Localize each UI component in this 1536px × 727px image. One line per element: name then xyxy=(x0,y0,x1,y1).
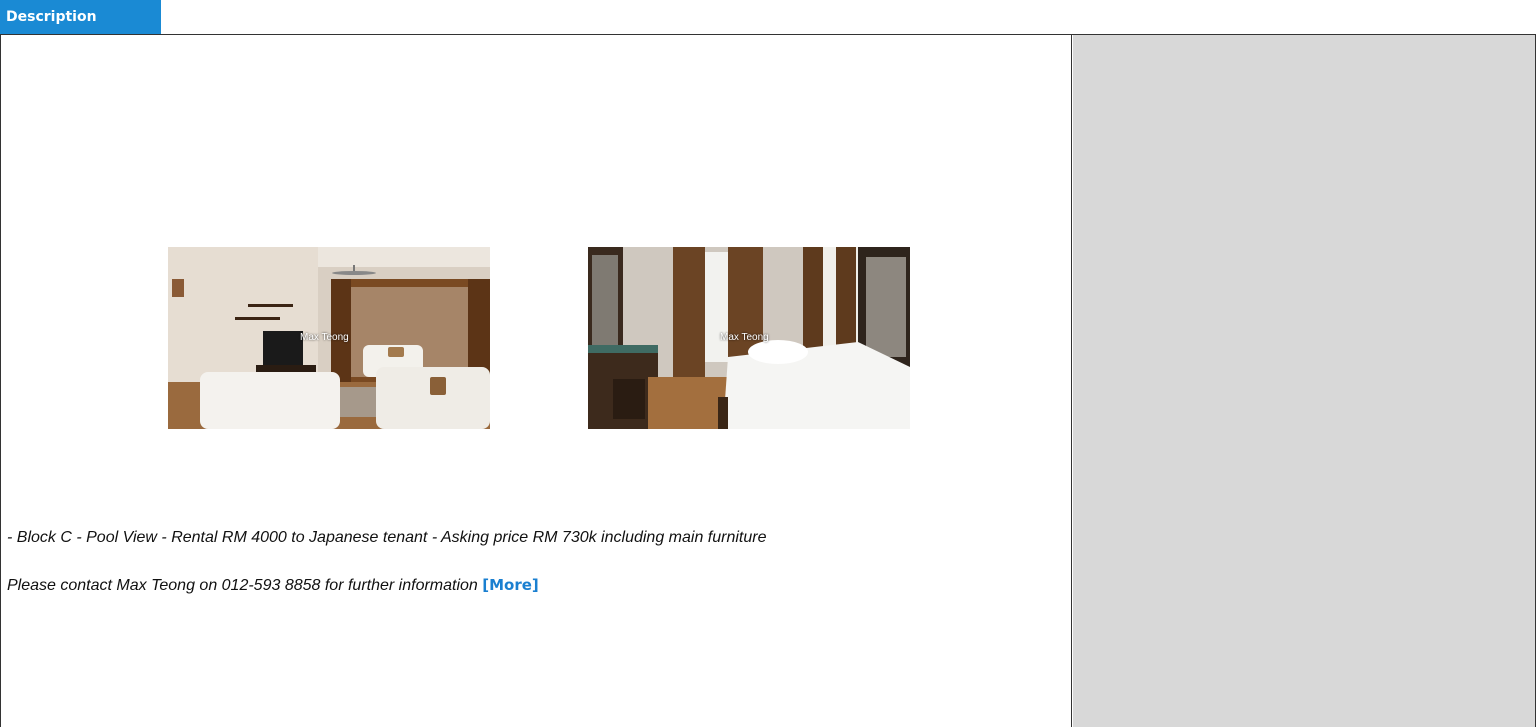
sidebar-panel xyxy=(1073,35,1535,727)
description-contact: Please contact Max Teong on 012-593 8858… xyxy=(7,576,539,595)
contact-text: Please contact Max Teong on 012-593 8858… xyxy=(7,577,478,594)
content-frame: Max Teong Max Teong - Block C - Pool Vie… xyxy=(0,34,1536,727)
living-room-photo[interactable]: Max Teong xyxy=(168,247,490,429)
bedroom-photo[interactable]: Max Teong xyxy=(588,247,910,429)
photo-watermark: Max Teong xyxy=(300,332,349,343)
description-details: - Block C - Pool View - Rental RM 4000 t… xyxy=(7,529,767,546)
photo-watermark: Max Teong xyxy=(720,332,769,343)
more-link[interactable]: [More] xyxy=(482,576,539,594)
description-panel: Max Teong Max Teong - Block C - Pool Vie… xyxy=(1,35,1072,727)
description-tab-label: Description xyxy=(6,9,97,25)
description-tab[interactable]: Description xyxy=(0,0,161,34)
